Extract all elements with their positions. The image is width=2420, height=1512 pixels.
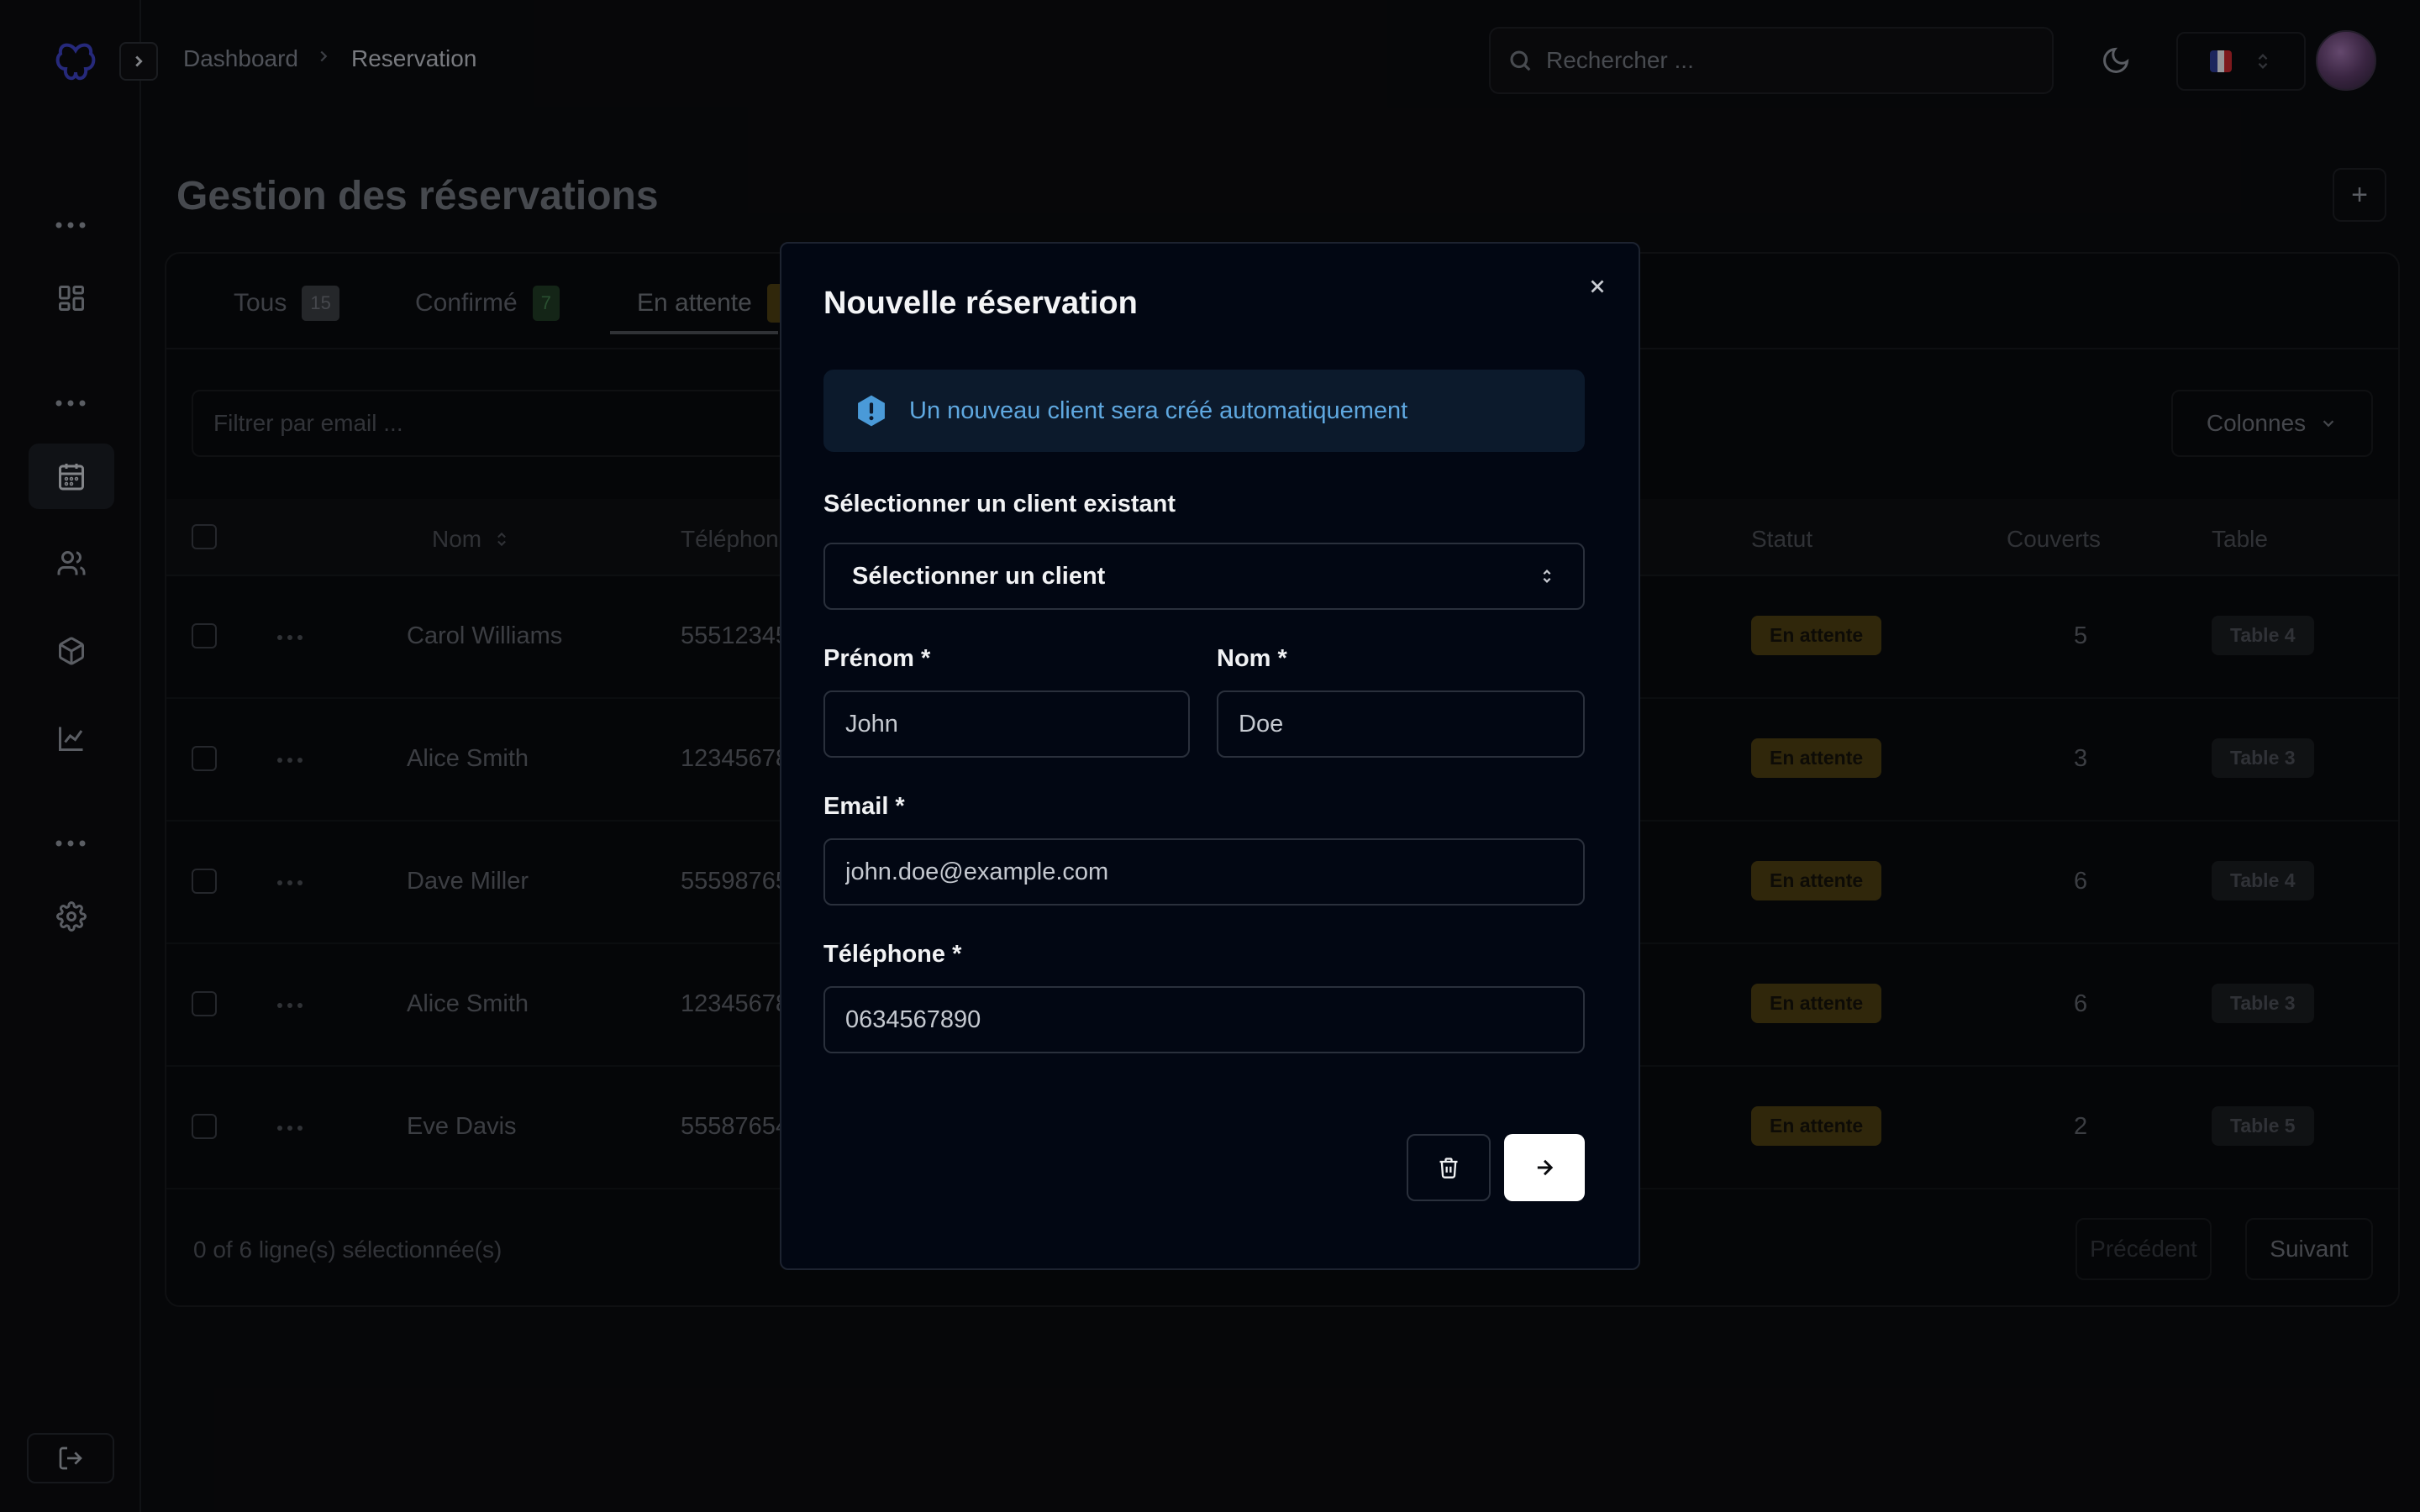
email-input[interactable] [823,838,1585,906]
chevron-updown-icon [1543,569,1551,584]
client-select[interactable]: Sélectionner un client [823,543,1585,610]
trash-icon [1439,1158,1458,1179]
next-step-button[interactable] [1504,1134,1585,1201]
nom-input[interactable] [1217,690,1585,758]
close-icon [1591,280,1604,293]
arrow-right-icon [1537,1159,1554,1176]
email-label: Email * [823,793,905,820]
telephone-input[interactable] [823,986,1585,1053]
select-client-label: Sélectionner un client existant [823,491,1176,517]
prenom-input[interactable] [823,690,1190,758]
info-alert: Un nouveau client sera créé automatiquem… [823,370,1585,452]
telephone-label: Téléphone * [823,941,962,968]
prenom-label: Prénom * [823,645,931,672]
alert-info-icon [858,395,885,427]
dialog-title: Nouvelle réservation [823,286,1138,321]
client-select-value: Sélectionner un client [852,562,1106,590]
info-alert-text: Un nouveau client sera créé automatiquem… [909,396,1408,424]
clear-form-button[interactable] [1407,1134,1491,1201]
new-reservation-dialog: Nouvelle réservation Un nouveau client s… [780,242,1640,1270]
nom-label: Nom * [1217,645,1287,672]
close-button[interactable] [1586,276,1608,297]
